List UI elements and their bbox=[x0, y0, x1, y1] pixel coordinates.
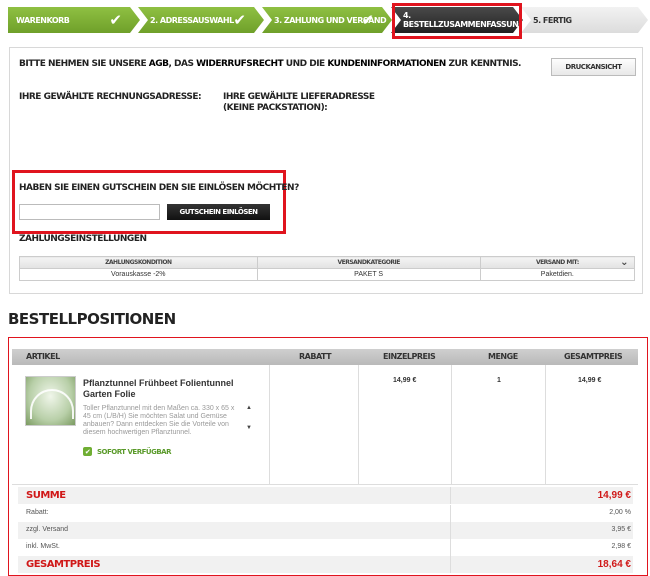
summary-row-sum: SUMME 14,99 € bbox=[18, 487, 633, 504]
check-icon: ✔ bbox=[83, 447, 92, 456]
payment-condition-value: Vorauskasse -2% bbox=[19, 268, 258, 281]
total-value: 14,99 € bbox=[578, 377, 602, 384]
notice-text: BITTE NEHMEN SIE UNSERE bbox=[19, 59, 149, 69]
order-items-title: BESTELLPOSITIONEN bbox=[8, 310, 176, 328]
column-divider bbox=[358, 365, 359, 485]
column-divider bbox=[451, 365, 452, 485]
summary-value: 18,64 € bbox=[597, 559, 631, 570]
column-divider bbox=[269, 365, 270, 485]
payment-settings-title: ZAHLUNGSEINSTELLUNGEN bbox=[19, 234, 147, 244]
checkout-steps: WARENKORB ✔ 2. ADRESSAUSWAHL ✔ 3. ZAHLUN… bbox=[8, 7, 648, 33]
scroll-up-icon[interactable]: ▲ bbox=[246, 405, 254, 411]
availability-status: ✔ SOFORT VERFÜGBAR bbox=[83, 447, 171, 456]
unit-price-header: EINZELPREIS bbox=[383, 352, 436, 361]
summary-row-vat: inkl. MwSt. 2,98 € bbox=[18, 539, 633, 556]
step-fertig: 5. FERTIG bbox=[521, 7, 648, 33]
notice-text: ZUR KENNTNIS. bbox=[445, 59, 521, 69]
unit-price-value: 14,99 € bbox=[393, 377, 417, 384]
notice-text: UND DIE bbox=[283, 59, 328, 69]
discount-header: RABATT bbox=[299, 352, 332, 361]
voucher-highlight bbox=[12, 170, 286, 234]
active-step-highlight bbox=[392, 3, 522, 39]
article-header: ARTIKEL bbox=[26, 352, 60, 361]
voucher-question: HABEN SIE EINEN GUTSCHEIN DEN SIE EINLÖS… bbox=[19, 183, 299, 193]
widerrufsrecht-link[interactable]: WIDERRUFSRECHT bbox=[196, 59, 284, 69]
redeem-voucher-button[interactable]: GUTSCHEIN EINLÖSEN bbox=[167, 204, 270, 220]
summary-row-discount: Rabatt: 2,00 % bbox=[18, 505, 633, 522]
shipping-with-label: VERSAND MIT: bbox=[535, 259, 579, 266]
summary-label: inkl. MwSt. bbox=[26, 543, 60, 550]
total-header: GESAMTPREIS bbox=[564, 352, 623, 361]
payment-settings-table: ZAHLUNGSKONDITION VERSANDKATEGORIE VERSA… bbox=[19, 256, 636, 281]
summary-label: SUMME bbox=[26, 490, 66, 501]
summary-label: zzgl. Versand bbox=[26, 526, 69, 533]
quantity-header: MENGE bbox=[488, 352, 518, 361]
check-icon: ✔ bbox=[361, 12, 374, 29]
availability-label: SOFORT VERFÜGBAR bbox=[97, 447, 171, 456]
description-scrollbar[interactable]: ▲ ▼ bbox=[246, 405, 254, 437]
shipping-with-header[interactable]: VERSAND MIT: ⌄ bbox=[479, 256, 636, 269]
agb-link[interactable]: AGB bbox=[149, 59, 169, 69]
check-icon: ✔ bbox=[233, 12, 246, 29]
step-label: 2. ADRESSAUSWAHL bbox=[150, 15, 234, 25]
step-label: WARENKORB bbox=[16, 15, 70, 25]
product-name[interactable]: Pflanztunnel Frühbeet Folientunnel Garte… bbox=[83, 378, 258, 400]
voucher-input[interactable] bbox=[19, 204, 160, 220]
order-table-header: ARTIKEL RABATT EINZELPREIS MENGE GESAMTP… bbox=[12, 349, 638, 365]
shipping-with-value: Paketdien. bbox=[479, 268, 636, 281]
quantity-value: 1 bbox=[497, 377, 501, 384]
terms-notice: BITTE NEHMEN SIE UNSERE AGB, DAS WIDERRU… bbox=[19, 59, 521, 69]
shipping-category-header: VERSANDKATEGORIE bbox=[256, 256, 481, 269]
summary-value: 2,98 € bbox=[611, 543, 631, 550]
billing-address-label: IHRE GEWÄHLTE RECHNUNGSADRESSE: bbox=[19, 92, 202, 102]
print-view-button[interactable]: DRUCKANSICHT bbox=[551, 58, 636, 76]
scroll-down-icon[interactable]: ▼ bbox=[246, 425, 254, 431]
kundeninformationen-link[interactable]: KUNDENINFORMATIONEN bbox=[327, 59, 446, 69]
step-label: 5. FERTIG bbox=[533, 15, 572, 25]
summary-label: Rabatt: bbox=[26, 509, 49, 516]
summary-value: 3,95 € bbox=[611, 526, 631, 533]
product-image[interactable] bbox=[25, 376, 76, 426]
summary-value: 14,99 € bbox=[597, 490, 631, 501]
summary-label: GESAMTPREIS bbox=[26, 559, 101, 570]
step-zahlung-versand[interactable]: 3. ZAHLUNG UND VERSAND ✔ bbox=[262, 7, 392, 33]
summary-row-shipping: zzgl. Versand 3,95 € bbox=[18, 522, 633, 539]
shipping-address-label: IHRE GEWÄHLTE LIEFERADRESSE (KEINE PACKS… bbox=[223, 92, 375, 113]
chevron-down-icon[interactable]: ⌄ bbox=[620, 257, 628, 268]
shipping-category-value: PAKET S bbox=[256, 268, 481, 281]
column-divider bbox=[545, 365, 546, 485]
summary-value: 2,00 % bbox=[609, 509, 631, 516]
payment-condition-header: ZAHLUNGSKONDITION bbox=[19, 256, 258, 269]
check-icon: ✔ bbox=[109, 12, 122, 29]
product-description: Toller Pflanztunnel mit den Maßen ca. 33… bbox=[83, 405, 235, 436]
step-adressauswahl[interactable]: 2. ADRESSAUSWAHL ✔ bbox=[138, 7, 264, 33]
summary-row-grand-total: GESAMTPREIS 18,64 € bbox=[18, 556, 633, 573]
step-warenkorb[interactable]: WARENKORB ✔ bbox=[8, 7, 140, 33]
notice-text: , DAS bbox=[168, 59, 197, 69]
